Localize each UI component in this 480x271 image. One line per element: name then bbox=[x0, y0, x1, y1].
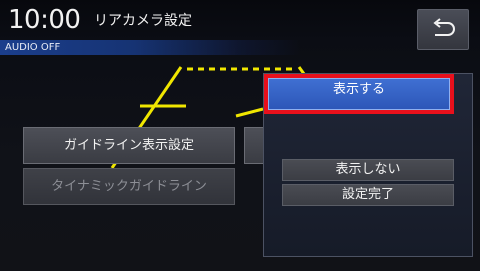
back-button[interactable] bbox=[417, 9, 469, 50]
option-hide-button[interactable]: 表示しない bbox=[282, 159, 454, 181]
clock: 10:00 bbox=[8, 5, 81, 35]
page-title: リアカメラ設定 bbox=[94, 13, 192, 29]
audio-status-label: AUDIO OFF bbox=[5, 42, 61, 53]
rear-camera-settings-screen: 10:00 リアカメラ設定 AUDIO OFF ガイドライン表示設定 タイナミッ… bbox=[0, 0, 480, 271]
dynamic-guideline-button: タイナミックガイドライン bbox=[23, 168, 235, 205]
option-show-label: 表示する bbox=[268, 78, 450, 110]
guideline-option-popup: 表示する 表示しない 設定完了 bbox=[263, 73, 473, 257]
option-done-button[interactable]: 設定完了 bbox=[282, 184, 454, 206]
audio-status-bar: AUDIO OFF bbox=[0, 40, 300, 55]
guideline-display-setting-button[interactable]: ガイドライン表示設定 bbox=[23, 127, 235, 164]
option-show-button[interactable]: 表示する bbox=[264, 74, 454, 114]
return-arrow-icon bbox=[433, 18, 455, 36]
guide-line-mid-right bbox=[235, 107, 264, 118]
